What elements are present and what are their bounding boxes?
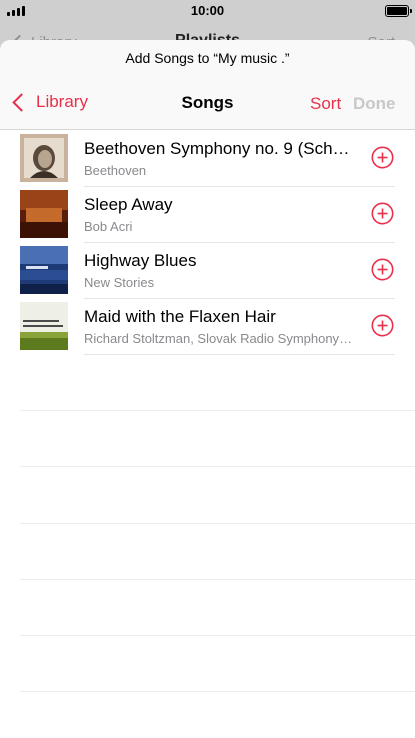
done-button[interactable]: Done	[353, 94, 396, 114]
empty-row-line	[20, 410, 415, 411]
song-title: Sleep Away	[84, 195, 173, 214]
song-artist: Bob Acri	[84, 219, 133, 234]
sheet-prompt: Add Songs to “My music .”	[125, 50, 290, 66]
status-time: 10:00	[190, 3, 225, 18]
battery-icon	[385, 5, 412, 17]
add-song-button[interactable]	[371, 314, 394, 337]
song-row[interactable]: Beethoven Symphony no. 9 (Scherzo) Beeth…	[0, 130, 415, 186]
empty-row-line	[20, 523, 415, 524]
plus-circle-icon	[371, 258, 394, 281]
album-art-maid-with-the-flaxen-hair	[20, 302, 68, 350]
add-song-button[interactable]	[371, 202, 394, 225]
song-row[interactable]: Maid with the Flaxen Hair Richard Stoltz…	[0, 298, 415, 354]
song-title: Highway Blues	[84, 251, 197, 270]
add-song-button[interactable]	[371, 258, 394, 281]
song-title: Maid with the Flaxen Hair	[84, 307, 276, 326]
plus-circle-icon	[371, 146, 394, 169]
song-row[interactable]: Highway Blues New Stories	[0, 242, 415, 298]
empty-row-line	[20, 635, 415, 636]
album-art-highway-blues	[20, 246, 68, 294]
song-artist: Beethoven	[84, 163, 147, 178]
album-art-sleep-away	[20, 190, 68, 238]
empty-row-line	[20, 691, 415, 692]
plus-circle-icon	[371, 202, 394, 225]
empty-row-line	[20, 466, 415, 467]
row-divider	[84, 354, 395, 355]
empty-row-line	[20, 579, 415, 580]
song-artist: Richard Stoltzman, Slovak Radio Symphony…	[84, 331, 354, 346]
status-bar: 10:00	[0, 0, 415, 22]
song-artist: New Stories	[84, 275, 155, 290]
song-row[interactable]: Sleep Away Bob Acri	[0, 186, 415, 242]
songs-list: Beethoven Symphony no. 9 (Scherzo) Beeth…	[0, 130, 415, 738]
sort-button[interactable]: Sort	[310, 94, 341, 114]
add-songs-sheet: Add Songs to “My music .” Library Songs …	[0, 40, 415, 738]
add-song-button[interactable]	[371, 146, 394, 169]
plus-circle-icon	[371, 314, 394, 337]
songs-nav-bar: Library Songs Sort Done	[0, 82, 415, 130]
song-title: Beethoven Symphony no. 9 (Scherzo)	[84, 139, 354, 158]
album-art-beethoven	[20, 134, 68, 182]
